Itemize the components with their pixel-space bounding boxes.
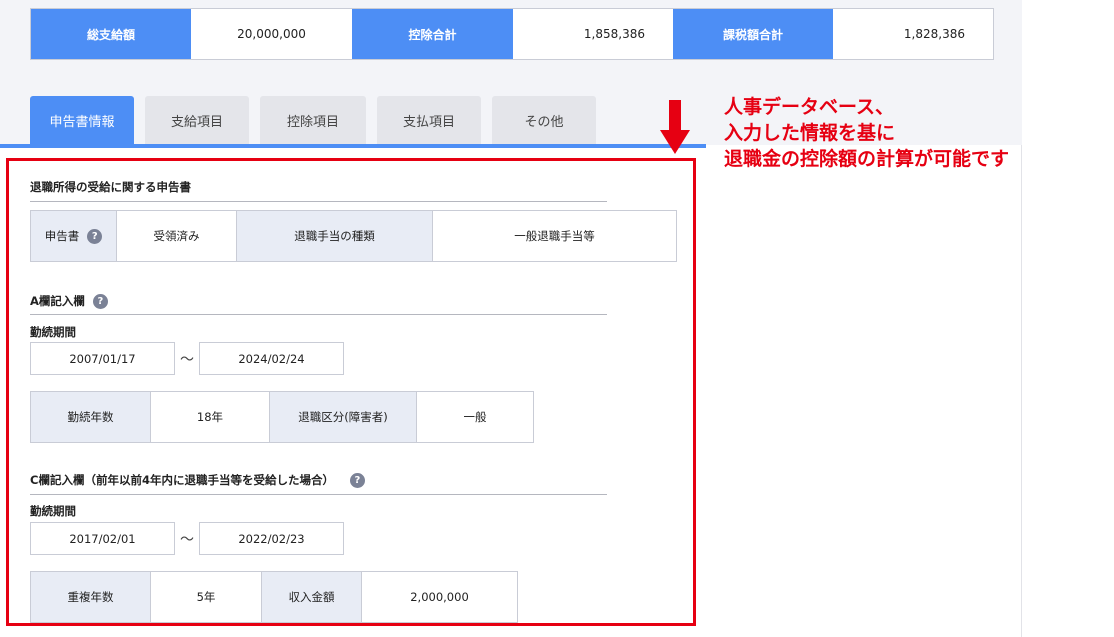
section-c-start-date[interactable]: 2017/02/01 xyxy=(30,522,175,555)
section-c-period-label: 勤続期間 xyxy=(30,504,76,518)
retirement-category-label: 退職区分(障害者) xyxy=(270,392,417,442)
section-a-title-text: A欄記入欄 xyxy=(30,294,85,308)
retirement-category-value: 一般 xyxy=(417,392,533,442)
summary-bar: 総支給額 20,000,000 控除合計 1,858,386 課税額合計 1,8… xyxy=(30,8,994,60)
range-separator: 〜 xyxy=(180,531,194,548)
callout-line-1: 人事データベース、 xyxy=(724,96,895,118)
section-c-end-date[interactable]: 2022/02/23 xyxy=(199,522,344,555)
allowance-type-value: 一般退職手当等 xyxy=(433,211,676,261)
section-divider xyxy=(30,494,607,495)
section-c-summary-row: 重複年数 5年 収入金額 2,000,000 xyxy=(30,571,518,623)
declaration-section-title: 退職所得の受給に関する申告書 xyxy=(30,179,191,195)
arrow-down-icon xyxy=(660,100,690,154)
taxable-total-value: 1,828,386 xyxy=(833,9,993,59)
section-a-title: A欄記入欄 ? xyxy=(30,293,108,309)
form-status-value: 受領済み xyxy=(117,211,237,261)
section-a-summary-row: 勤続年数 18年 退職区分(障害者) 一般 xyxy=(30,391,534,443)
total-pay-value: 20,000,000 xyxy=(191,9,352,59)
tab-declaration-info[interactable]: 申告書情報 xyxy=(30,96,134,144)
allowance-type-label: 退職手当の種類 xyxy=(237,211,433,261)
deduction-total-label: 控除合計 xyxy=(352,9,513,59)
service-years-label: 勤続年数 xyxy=(31,392,151,442)
tab-disbursement-items[interactable]: 支払項目 xyxy=(377,96,481,144)
income-amount-label: 収入金額 xyxy=(262,572,362,622)
section-a-start-date[interactable]: 2007/01/17 xyxy=(30,342,175,375)
section-divider xyxy=(30,314,607,315)
callout-line-2: 入力した情報を基に xyxy=(724,122,896,144)
help-icon[interactable]: ? xyxy=(349,472,365,488)
section-c-title-text: C欄記入欄（前年以前4年内に退職手当等を受給した場合） xyxy=(30,473,334,487)
section-a-end-date[interactable]: 2024/02/24 xyxy=(199,342,344,375)
help-icon[interactable]: ? xyxy=(92,293,108,309)
tab-payment-items[interactable]: 支給項目 xyxy=(145,96,249,144)
right-divider xyxy=(1021,145,1022,637)
declaration-row: 申告書 ? 受領済み 退職手当の種類 一般退職手当等 xyxy=(30,210,677,262)
service-years-value: 18年 xyxy=(151,392,270,442)
help-icon[interactable]: ? xyxy=(87,228,103,244)
section-divider xyxy=(30,201,607,202)
total-pay-label: 総支給額 xyxy=(31,9,191,59)
section-c-title: C欄記入欄（前年以前4年内に退職手当等を受給した場合） ? xyxy=(30,472,365,488)
taxable-total-label: 課税額合計 xyxy=(673,9,833,59)
tab-underline xyxy=(0,144,706,148)
section-a-period-label: 勤続期間 xyxy=(30,325,76,339)
section-a-period-range: 2007/01/17 〜 2024/02/24 xyxy=(30,342,344,375)
form-label: 申告書 xyxy=(44,229,80,243)
form-label-cell: 申告書 ? xyxy=(31,211,117,261)
section-c-period-range: 2017/02/01 〜 2022/02/23 xyxy=(30,522,344,555)
tab-bar: 申告書情報 支給項目 控除項目 支払項目 その他 xyxy=(30,96,607,144)
declaration-section-title-text: 退職所得の受給に関する申告書 xyxy=(30,180,191,194)
overlap-years-value: 5年 xyxy=(151,572,262,622)
overlap-years-label: 重複年数 xyxy=(31,572,151,622)
range-separator: 〜 xyxy=(180,351,194,368)
tab-deduction-items[interactable]: 控除項目 xyxy=(260,96,366,144)
tab-other[interactable]: その他 xyxy=(492,96,596,144)
feature-callout: 人事データベース、 入力した情報を基に 退職金の控除額の計算が可能です xyxy=(724,94,1009,172)
callout-line-3: 退職金の控除額の計算が可能です xyxy=(724,148,1010,170)
income-amount-value: 2,000,000 xyxy=(362,572,517,622)
deduction-total-value: 1,858,386 xyxy=(513,9,673,59)
